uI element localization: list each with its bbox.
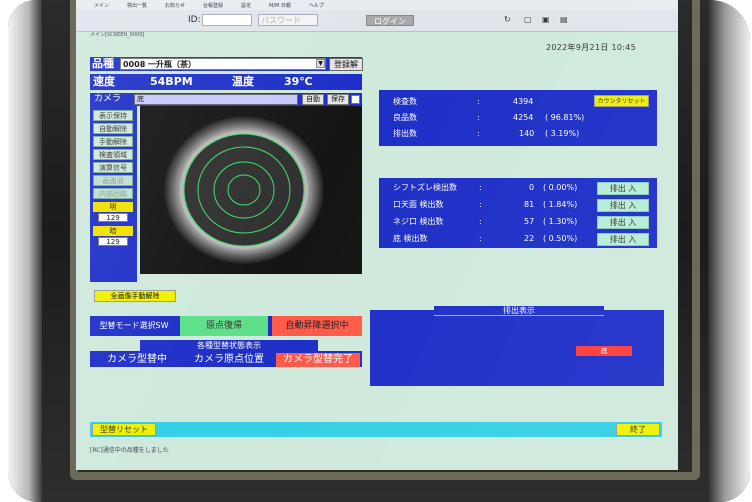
dark-label: 暗	[109, 227, 117, 235]
camera-change-complete-status: カメラ型替完了	[276, 353, 360, 367]
speed-label: 速度	[93, 75, 115, 88]
menu-item-help[interactable]: ヘルプ	[309, 2, 324, 9]
menu-item-detect-list[interactable]: 検出一覧	[127, 2, 147, 9]
defect-label: 口天面 検出数	[393, 200, 444, 209]
defect-percent: ( 1.30%)	[543, 217, 578, 226]
screen-id: メイン[SCREEN_0000]	[90, 32, 145, 38]
chevron-down-icon[interactable]: ▼	[316, 59, 325, 68]
rejected-percent: ( 3.19%)	[545, 129, 580, 138]
defect-label: シフトズレ検出数	[393, 183, 457, 192]
camera-changing-status: カメラ型替中	[107, 354, 167, 365]
defect-value: 22	[524, 234, 535, 243]
defect-percent: ( 0.00%)	[543, 183, 578, 192]
camera-origin-status: カメラ原点位置	[194, 354, 264, 365]
auto-button[interactable]: 自動	[302, 94, 324, 105]
dark-adjust[interactable]: 暗	[93, 226, 133, 236]
display-hold-button[interactable]: 表示保持	[93, 110, 133, 121]
id-label: ID:	[188, 15, 201, 25]
print-icon[interactable]: ▤	[560, 15, 568, 24]
eject-button-shift[interactable]: 排出 入	[597, 182, 649, 195]
eject-display-title: 排出表示	[434, 306, 604, 316]
rejected-value: 140	[519, 129, 535, 138]
bezel-edge-left	[8, 0, 42, 502]
camera-side-panel: 表示保持 自動解除 手動解除 検査領域 演算信号 画面消 内部回路 明 129 …	[90, 106, 137, 282]
bezel-edge-right	[708, 0, 750, 502]
defect-percent: ( 1.84%)	[543, 200, 578, 209]
inspected-label: 検査数	[393, 97, 417, 106]
defect-label: ネジ口 検出数	[393, 217, 444, 226]
defect-value: 0	[529, 183, 535, 192]
auto-release-button[interactable]: 自動解除	[93, 123, 133, 134]
camera-bar: カメラ 底 自動 保存	[90, 93, 362, 106]
defect-percent: ( 0.50%)	[543, 234, 578, 243]
password-input[interactable]: パスワード	[258, 14, 318, 26]
eject-button-bottom[interactable]: 排出 入	[597, 233, 649, 246]
origin-return-button[interactable]: 原点復帰	[180, 316, 268, 336]
good-percent: ( 96.81%)	[545, 113, 585, 122]
mold-mode-select-button[interactable]: 型替モード選択SW	[92, 316, 176, 336]
speed-row: 速度 54BPM 温度 39℃	[90, 74, 362, 90]
light-adjust[interactable]: 明	[93, 202, 133, 212]
menu-item-report[interactable]: M/M 日報	[269, 2, 291, 9]
good-label: 良品数	[393, 113, 417, 122]
register-button[interactable]: 登録解	[329, 58, 363, 71]
menu-item-main[interactable]: メイン	[94, 2, 109, 9]
internal-circuit-button[interactable]: 内部回路	[93, 188, 133, 199]
good-value: 4254	[513, 113, 534, 122]
product-row: 品種 0008 一升瓶（茶） ▼	[90, 57, 362, 71]
refresh-icon[interactable]: ↻	[504, 15, 512, 24]
inspection-area-button[interactable]: 検査領域	[93, 149, 133, 160]
camera-label: カメラ	[94, 94, 122, 104]
eject-bottom-indicator: 底	[576, 346, 632, 356]
login-button[interactable]: ログイン	[366, 15, 414, 26]
rejected-label: 排出数	[393, 129, 417, 138]
counter-reset-button[interactable]: カウンタリセット	[594, 95, 649, 107]
manual-release-button[interactable]: 手動解除	[93, 136, 133, 147]
menu-bar: メイン 検出一覧 お知らせ 台帳登録 設定 M/M 日報 ヘルプ	[76, 0, 678, 10]
eject-button-thread[interactable]: 排出 入	[597, 216, 649, 229]
product-label: 品種	[92, 57, 114, 70]
mold-reset-button[interactable]: 型替リセット	[92, 423, 156, 436]
defect-panel: シフトズレ検出数 : 0 ( 0.00%) 口天面 検出数 : 81 ( 1.8…	[379, 178, 657, 248]
id-input[interactable]	[202, 14, 252, 26]
defect-label: 底 検出数	[393, 234, 428, 243]
status-message: [RC]通信中の品種をしました	[90, 447, 169, 454]
temp-value: 39℃	[284, 75, 313, 88]
login-toolbar: ID: パスワード ログイン ↻ ▢ ▣ ▤	[76, 10, 678, 32]
defect-value: 81	[524, 200, 535, 209]
footer-bar	[90, 422, 662, 437]
rejected-count-row: 排出数 : 140 ( 3.19%)	[379, 127, 657, 141]
auto-lift-select-button[interactable]: 自動昇降選択中	[272, 316, 362, 336]
bottle-bottom-image	[140, 106, 362, 274]
menu-item-register[interactable]: 台帳登録	[203, 2, 223, 9]
calc-signal-button[interactable]: 演算信号	[93, 162, 133, 173]
temp-label: 温度	[232, 75, 254, 88]
dark-value: 129	[98, 237, 128, 246]
menu-item-settings[interactable]: 設定	[241, 2, 251, 9]
expand-icon[interactable]	[351, 95, 360, 104]
save-button[interactable]: 保存	[327, 94, 349, 105]
inspected-value: 4394	[513, 97, 534, 106]
screen-off-button[interactable]: 画面消	[93, 175, 133, 186]
light-value: 129	[98, 213, 128, 222]
end-button[interactable]: 終了	[616, 423, 660, 436]
camera-select[interactable]: 底	[134, 94, 298, 105]
menu-item-notice[interactable]: お知らせ	[165, 2, 185, 9]
hmi-screen: メイン 検出一覧 お知らせ 台帳登録 設定 M/M 日報 ヘルプ ID: パスワ…	[76, 0, 678, 470]
datetime: 2022年9月21日 10:45	[546, 43, 637, 52]
eject-button-mouth-top[interactable]: 排出 入	[597, 199, 649, 212]
state-display-title: 各種型替状態表示	[140, 340, 318, 351]
speed-value: 54BPM	[150, 75, 193, 88]
all-image-manual-release-button[interactable]: 全画像手動解除	[94, 290, 176, 302]
good-count-row: 良品数 : 4254 ( 96.81%)	[379, 111, 657, 125]
product-select[interactable]: 0008 一升瓶（茶）	[120, 58, 326, 70]
light-label: 明	[109, 203, 117, 211]
camera-view	[140, 106, 362, 274]
window-icon[interactable]: ▢	[524, 15, 532, 24]
save-icon[interactable]: ▣	[542, 15, 550, 24]
defect-value: 57	[524, 217, 535, 226]
